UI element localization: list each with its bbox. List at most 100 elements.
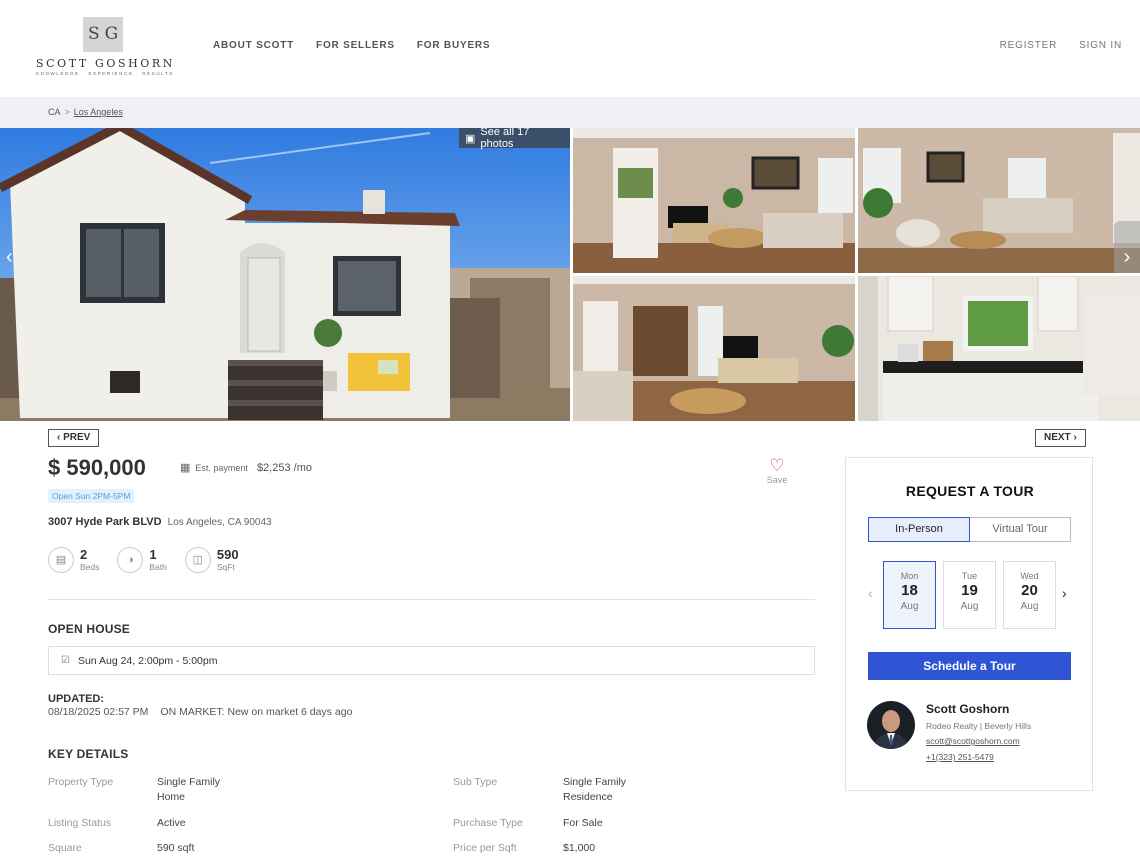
detail-value: For Sale [563, 817, 603, 829]
breadcrumb: CA > Los Angeles [48, 107, 123, 117]
agent-avatar [867, 701, 915, 749]
key-details-heading: KEY DETAILS [48, 747, 129, 761]
gallery-prev-arrow[interactable]: ‹ [6, 246, 13, 269]
agent-phone-link[interactable]: +1(323) 251-5479 [926, 752, 994, 762]
schedule-tour-button[interactable]: Schedule a Tour [868, 652, 1071, 680]
breadcrumb-city[interactable]: Los Angeles [74, 107, 123, 117]
next-listing-button[interactable]: NEXT › [1035, 429, 1086, 447]
date-weekday: Mon [900, 571, 919, 581]
listing-address: 3007 Hyde Park BLVD Los Angeles, CA 9004… [48, 516, 272, 528]
open-house-entry[interactable]: ☑ Sun Aug 24, 2:00pm - 5:00pm [48, 646, 815, 675]
date-option[interactable]: Mon 18 Aug [883, 561, 936, 629]
logo-tagline: KNOWLEDGE · EXPERIENCE · RESULTS [36, 71, 174, 76]
detail-value-line: Single Family [563, 776, 627, 788]
logo-initials: SG [83, 17, 123, 52]
agent-name: Scott Goshorn [926, 702, 1010, 716]
date-day: 20 [1021, 582, 1038, 599]
photo-kitchen[interactable] [858, 276, 1140, 421]
nav-item-sellers[interactable]: FOR SELLERS [316, 40, 395, 51]
date-month: Aug [960, 601, 979, 612]
street-address: 3007 Hyde Park BLVD [48, 516, 162, 528]
date-day: 18 [901, 582, 918, 599]
detail-label: Sub Type [453, 776, 498, 788]
gallery-next-arrow[interactable]: › [1114, 221, 1140, 273]
see-all-photos-button[interactable]: ▣ See all 17 photos [459, 128, 570, 150]
date-month: Aug [1020, 601, 1039, 612]
agent-company: Rodeo Realty | Beverly Hills [926, 721, 1032, 731]
sqft-stat: ◫ 590 SqFt [184, 547, 239, 573]
agent-email-link[interactable]: scott@scottgoshorn.com [926, 736, 1020, 746]
chevron-right-icon[interactable]: › [1062, 585, 1067, 601]
baths-label: Bath [149, 562, 167, 572]
detail-label: Listing Status [48, 817, 112, 829]
nav-item-buyers[interactable]: FOR BUYERS [417, 40, 491, 51]
est-payment-value: $2,253 /mo [256, 461, 312, 474]
date-weekday: Tue [961, 571, 978, 581]
prev-label: PREV [63, 432, 91, 443]
heart-icon: ♡ [769, 456, 785, 475]
sqft-value: 590 [216, 547, 239, 562]
updated-heading: UPDATED: [48, 693, 105, 705]
market-status: ON MARKET: New on market 6 days ago [160, 706, 353, 718]
baths-stat: ◑ 1 Bath [117, 547, 167, 573]
chevron-left-icon[interactable]: ‹ [868, 585, 873, 601]
breadcrumb-state[interactable]: CA [48, 107, 61, 117]
bed-icon: ▤ [48, 547, 74, 573]
register-link[interactable]: REGISTER [1000, 40, 1058, 51]
listing-stats: ▤ 2 Beds ◑ 1 Bath ◫ 590 SqFt [48, 547, 239, 573]
detail-value: Single Family Home [157, 775, 220, 805]
detail-value: Active [157, 817, 186, 829]
beds-value: 2 [80, 547, 88, 562]
bath-icon: ◑ [117, 547, 144, 573]
site-header: SG SCOTT GOSHORN KNOWLEDGE · EXPERIENCE … [0, 0, 1140, 97]
gallery-icon: ▣ [465, 132, 476, 145]
calendar-check-icon: ☑ [61, 655, 70, 666]
save-button[interactable]: ♡ Save [763, 456, 791, 486]
detail-value-line: Residence [563, 791, 613, 803]
date-weekday: Wed [1020, 571, 1039, 581]
chevron-left-icon: ‹ [57, 432, 61, 443]
photo-living-room-1[interactable] [573, 128, 855, 273]
sign-in-link[interactable]: SIGN IN [1079, 40, 1122, 51]
sqft-label: SqFt [216, 562, 235, 572]
detail-value-line: Single Family [157, 776, 221, 788]
detail-value: $1,000 [563, 842, 596, 854]
photo-gallery: ▣ See all 17 photos ‹ › [0, 128, 1140, 421]
date-picker: ‹ Mon 18 Aug Tue 19 Aug Wed 20 Aug › [868, 561, 1071, 629]
nav-item-about[interactable]: ABOUT SCOTT [213, 40, 294, 51]
tab-in-person[interactable]: In-Person [868, 517, 970, 542]
detail-value: 590 sqft [157, 842, 195, 854]
prev-listing-button[interactable]: ‹ PREV [48, 429, 100, 447]
est-payment-label: Est. payment [195, 462, 248, 473]
updated-info: 08/18/2025 02:57 PM ON MARKET: New on mar… [48, 706, 352, 718]
see-all-photos-label: See all 17 photos [480, 128, 530, 150]
calculator-icon: ▦ [180, 462, 191, 474]
baths-value: 1 [149, 547, 157, 562]
detail-value-line: Home [157, 791, 186, 803]
date-option[interactable]: Wed 20 Aug [1003, 561, 1056, 629]
open-house-badge: Open Sun 2PM-5PM [48, 489, 135, 503]
tour-title: REQUEST A TOUR [905, 483, 1035, 499]
estimated-payment[interactable]: ▦ Est. payment $2,253 /mo [180, 461, 312, 475]
date-option[interactable]: Tue 19 Aug [943, 561, 996, 629]
photo-living-room-3[interactable] [573, 276, 855, 421]
photo-living-room-2[interactable]: › [858, 128, 1140, 273]
chevron-right-icon: › [1073, 432, 1077, 443]
save-label: Save [766, 475, 788, 485]
brand-logo[interactable]: SG SCOTT GOSHORN KNOWLEDGE · EXPERIENCE … [36, 17, 174, 77]
main-nav: ABOUT SCOTT FOR SELLERS FOR BUYERS [213, 40, 490, 51]
listing-price: $ 590,000 [48, 455, 146, 480]
date-month: Aug [900, 601, 919, 612]
date-day: 19 [961, 582, 978, 599]
breadcrumb-bar: CA > Los Angeles [0, 97, 1140, 128]
city-state-zip: Los Angeles, CA 90043 [167, 517, 272, 528]
main-photo[interactable]: ▣ See all 17 photos ‹ [0, 128, 570, 421]
open-house-time: Sun Aug 24, 2:00pm - 5:00pm [77, 654, 218, 667]
next-label: NEXT [1044, 432, 1071, 443]
tab-virtual-tour[interactable]: Virtual Tour [970, 518, 1070, 541]
detail-label: Property Type [48, 776, 114, 788]
detail-value: Single Family Residence [563, 775, 626, 805]
section-divider [48, 599, 815, 600]
breadcrumb-separator: > [64, 107, 70, 117]
detail-label: Purchase Type [453, 817, 523, 829]
